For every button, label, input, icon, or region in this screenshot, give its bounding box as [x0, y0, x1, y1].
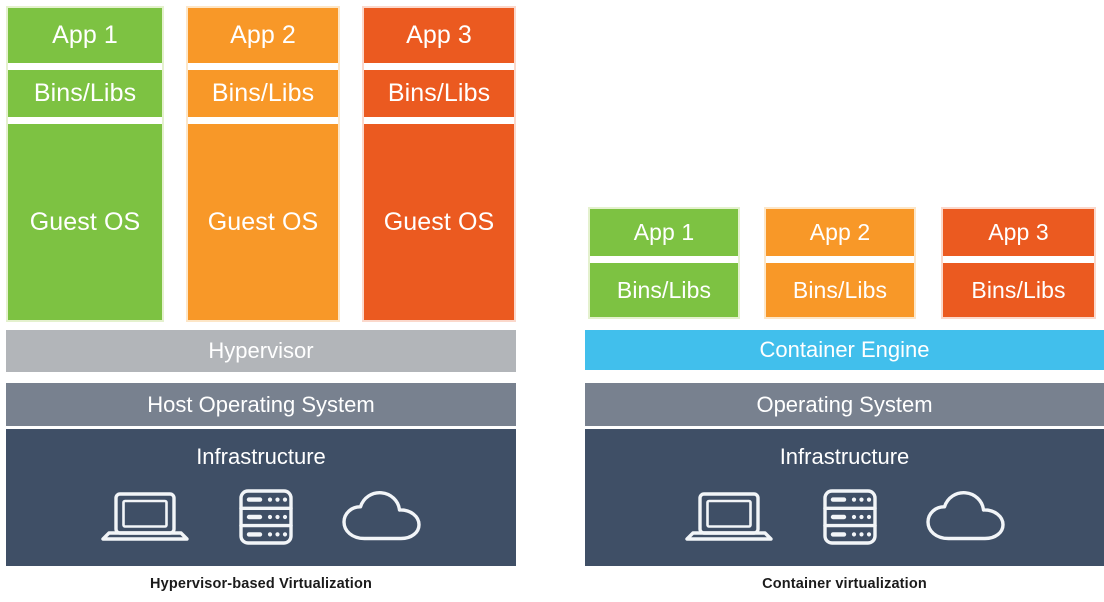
vm-2-bins-libs-band: Bins/Libs [188, 70, 338, 117]
vm-1-gap-1 [8, 63, 162, 70]
vm-1-gap-2 [8, 117, 162, 124]
container-1-app-band: App 1 [590, 209, 738, 256]
laptop-icon [681, 487, 777, 547]
vm-2-guest-os-band: Guest OS [188, 124, 338, 320]
vm-3-guest-os-band: Guest OS [364, 124, 514, 320]
container-2-app-band: App 2 [766, 209, 914, 256]
infrastructure-icons-left [6, 486, 516, 548]
cloud-icon [339, 489, 425, 545]
container-1-bins-libs-band: Bins/Libs [590, 263, 738, 317]
vm-2-gap-1 [188, 63, 338, 70]
vm-1-guest-os-band: Guest OS [8, 124, 162, 320]
container-3-bins-libs-band: Bins/Libs [943, 263, 1094, 317]
laptop-icon [97, 487, 193, 547]
vm-2-app-band: App 2 [188, 8, 338, 63]
vm-column-app-2: App 2 Bins/Libs Guest OS [186, 6, 340, 322]
layer-infrastructure-left: Infrastructure [6, 429, 516, 566]
vm-3-app-band: App 3 [364, 8, 514, 63]
container-column-app-3: App 3 Bins/Libs [941, 207, 1096, 319]
container-3-app-band: App 3 [943, 209, 1094, 256]
vm-column-app-1: App 1 Bins/Libs Guest OS [6, 6, 164, 322]
infrastructure-icons-right [585, 486, 1104, 548]
layer-operating-system: Operating System [585, 383, 1104, 426]
layer-infrastructure-right: Infrastructure [585, 429, 1104, 566]
server-rack-icon [235, 486, 297, 548]
cloud-icon [923, 489, 1009, 545]
container-2-bins-libs-band: Bins/Libs [766, 263, 914, 317]
vm-3-gap-1 [364, 63, 514, 70]
infrastructure-title-right: Infrastructure [779, 444, 910, 469]
container-3-gap [943, 256, 1094, 263]
vm-column-app-3: App 3 Bins/Libs Guest OS [362, 6, 516, 322]
vm-3-gap-2 [364, 117, 514, 124]
caption-container-virtualization: Container virtualization [762, 576, 927, 592]
container-column-app-2: App 2 Bins/Libs [764, 207, 916, 319]
vm-2-gap-2 [188, 117, 338, 124]
vm-1-app-band: App 1 [8, 8, 162, 63]
caption-hypervisor-virtualization: Hypervisor-based Virtualization [150, 576, 372, 592]
server-rack-icon [819, 486, 881, 548]
layer-container-engine: Container Engine [585, 330, 1104, 370]
vm-3-bins-libs-band: Bins/Libs [364, 70, 514, 117]
container-2-gap [766, 256, 914, 263]
virtualization-comparison-diagram: App 1 Bins/Libs Guest OS App 2 Bins/Libs… [0, 0, 1104, 602]
layer-hypervisor: Hypervisor [6, 330, 516, 372]
layer-host-operating-system: Host Operating System [6, 383, 516, 426]
vm-1-bins-libs-band: Bins/Libs [8, 70, 162, 117]
infrastructure-title-left: Infrastructure [196, 444, 326, 469]
container-1-gap [590, 256, 738, 263]
container-column-app-1: App 1 Bins/Libs [588, 207, 740, 319]
